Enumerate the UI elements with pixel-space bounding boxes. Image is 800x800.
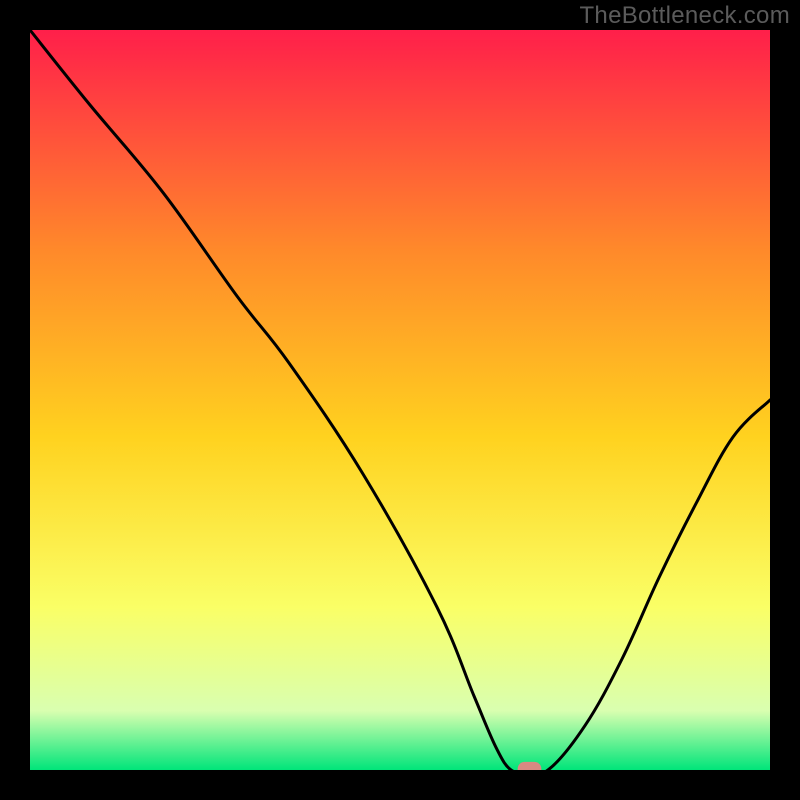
optimal-point-marker bbox=[518, 762, 542, 770]
chart-frame: TheBottleneck.com bbox=[0, 0, 800, 800]
chart-svg bbox=[30, 30, 770, 770]
plot-area bbox=[30, 30, 770, 770]
gradient-background bbox=[30, 30, 770, 770]
watermark-text: TheBottleneck.com bbox=[579, 2, 790, 30]
